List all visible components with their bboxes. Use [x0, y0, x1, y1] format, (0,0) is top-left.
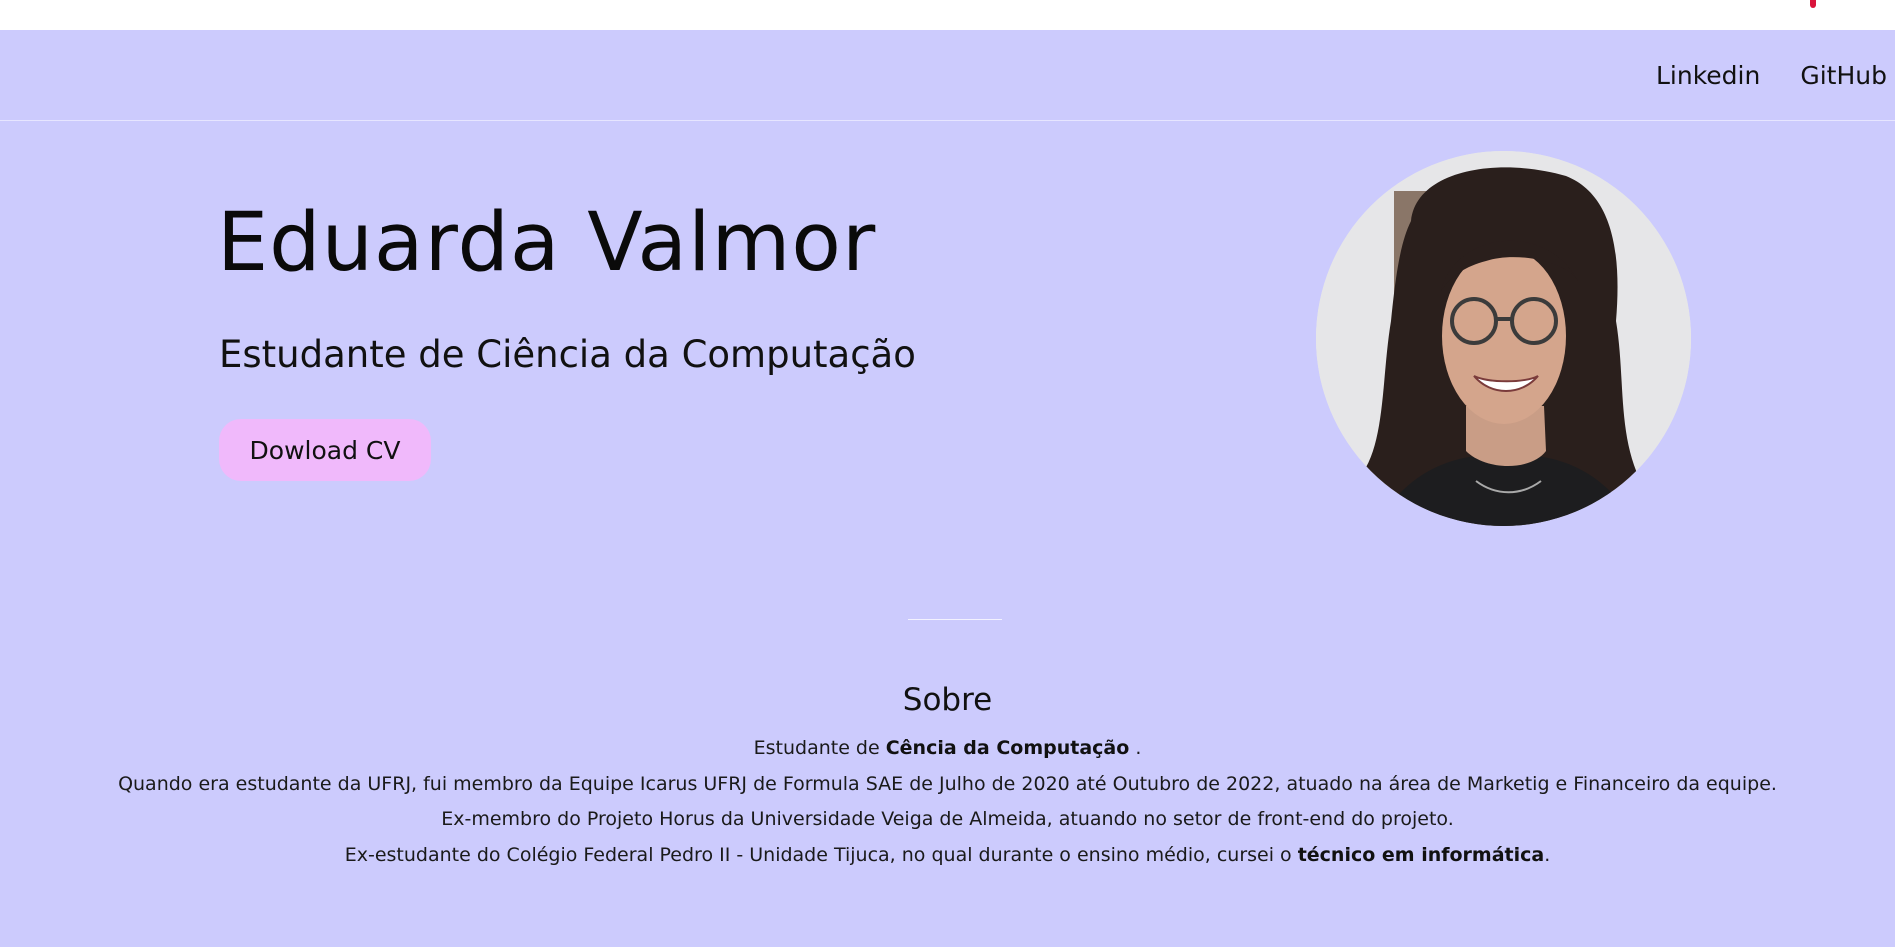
browser-top-strip — [0, 0, 1895, 30]
profile-photo — [1316, 151, 1691, 526]
section-divider — [908, 619, 1002, 620]
nav-links: Linkedin GitHub — [1656, 30, 1887, 121]
navbar: Linkedin GitHub — [0, 30, 1895, 121]
profile-photo-icon — [1316, 151, 1691, 526]
about-line-1-bold: Cência da Computação — [885, 737, 1130, 759]
download-cv-button[interactable]: Dowload CV — [219, 419, 431, 481]
about-line-1-text: Estudante de — [753, 737, 886, 759]
about-line-4-bold: técnico em informática — [1297, 843, 1545, 866]
hero-name: Eduarda Valmor — [217, 196, 877, 290]
about-line-1-end: . — [1129, 737, 1142, 759]
about-line-1: Estudante de Cência da Computação . — [0, 731, 1895, 767]
about-line-3: Ex-membro do Projeto Horus da Universida… — [441, 808, 1454, 830]
about-line-4-text: Ex-estudante do Colégio Federal Pedro II… — [344, 843, 1298, 866]
about-title: Sobre — [902, 682, 993, 718]
about-line-2: Quando era estudante da UFRJ, fui membro… — [118, 772, 1777, 795]
hero-subtitle: Estudante de Ciência da Computação — [219, 333, 916, 376]
about-section: Sobre Estudante de Cência da Computação … — [0, 682, 1895, 873]
about-line-4-end: . — [1544, 843, 1551, 866]
about-line-4: Ex-estudante do Colégio Federal Pedro II… — [0, 838, 1895, 874]
nav-link-github[interactable]: GitHub — [1800, 61, 1887, 90]
nav-link-linkedin[interactable]: Linkedin — [1656, 61, 1760, 90]
top-mark-icon — [1810, 0, 1816, 8]
